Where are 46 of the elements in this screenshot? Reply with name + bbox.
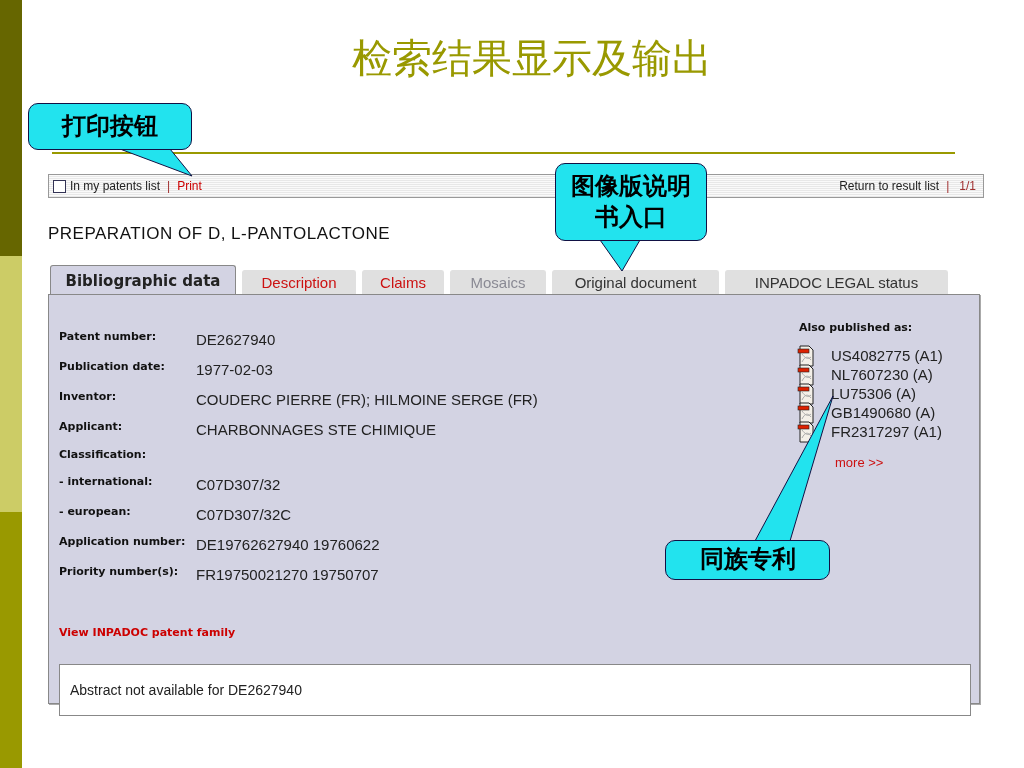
patent-title: PREPARATION OF D, L-PANTOLACTONE <box>48 224 391 244</box>
field-label: Inventor: <box>59 389 118 405</box>
separator: | <box>945 179 951 193</box>
field-value: 1977-02-03 <box>196 360 274 380</box>
callout: 同族专利 <box>665 540 830 580</box>
field-value: C07D307/32 <box>196 475 282 495</box>
publication-link[interactable]: NL7607230 (A) <box>831 366 933 383</box>
publication-link[interactable]: US4082775 (A1) <box>831 347 943 364</box>
field-label: Classification: <box>59 446 148 463</box>
return-link[interactable]: Return to result list <box>839 179 940 193</box>
checkbox[interactable] <box>53 179 66 193</box>
checkbox-label: In my patents list <box>70 179 161 193</box>
tab[interactable]: Claims <box>362 270 444 294</box>
field-value: C07D307/32C <box>196 505 293 525</box>
more-link[interactable]: more >> <box>835 455 971 470</box>
family-link[interactable]: View INPADOC patent family <box>59 626 236 639</box>
document-icon <box>797 401 815 424</box>
field-label: Application number: <box>59 534 187 550</box>
document-icon <box>797 382 815 405</box>
field-value: DE2627940 <box>196 330 277 350</box>
field-label: Patent number: <box>59 329 158 345</box>
publication-link[interactable]: GB1490680 (A) <box>831 404 936 421</box>
tab[interactable]: Original document <box>552 270 719 294</box>
field-value: COUDERC PIERRE (FR); HILMOINE SERGE (FR) <box>196 390 538 410</box>
field-label: - international: <box>59 474 154 490</box>
tab[interactable]: INPADOC LEGAL status <box>725 270 948 294</box>
field-label: Applicant: <box>59 419 124 435</box>
section-heading: Also published as: <box>799 321 914 334</box>
publication-link[interactable]: FR2317297 (A1) <box>831 423 942 440</box>
document-icon <box>797 344 815 367</box>
separator: | <box>166 179 172 193</box>
field-label: - european: <box>59 504 132 520</box>
field-value: CHARBONNAGES STE CHIMIQUE <box>196 420 438 440</box>
document-icon <box>797 363 815 386</box>
page-count: 1/1 <box>958 179 977 193</box>
print-link[interactable]: Print <box>177 179 202 193</box>
publication-link[interactable]: LU75306 (A) <box>831 385 917 402</box>
field-value: DE19762627940 19760622 <box>196 535 381 555</box>
tab[interactable]: Bibliographic data <box>50 265 236 295</box>
tab[interactable]: Description <box>242 270 356 294</box>
callout-pointer <box>599 239 641 272</box>
field-value: FR19750021270 19750707 <box>196 565 380 585</box>
abstract-box: Abstract not available for DE2627940 <box>59 664 971 716</box>
field-label: Priority number(s): <box>59 564 180 580</box>
field-label: Publication date: <box>59 359 166 375</box>
slide-title: 检索结果显示及输出 <box>351 35 712 83</box>
